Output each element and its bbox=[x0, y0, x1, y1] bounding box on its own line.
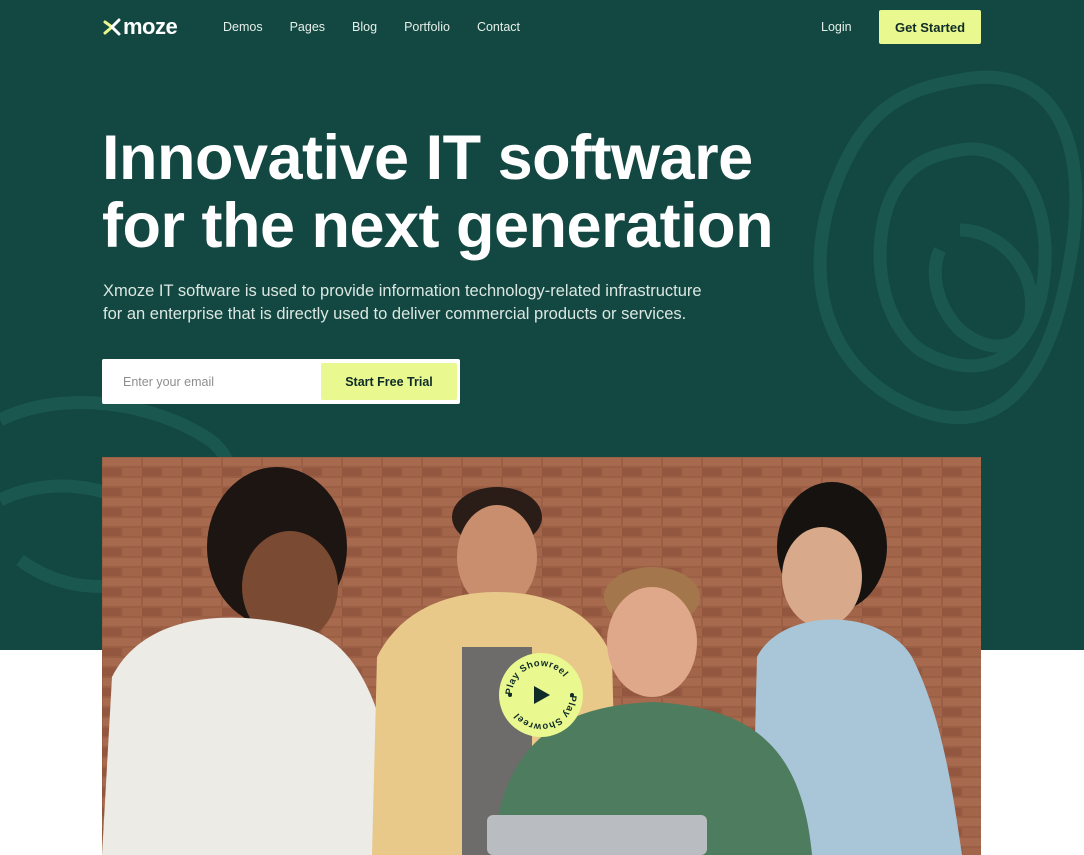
play-showreel-button[interactable]: Play Showreel Play Showreel bbox=[499, 653, 583, 737]
hero-headline: Innovative IT software for the next gene… bbox=[102, 124, 822, 260]
headline-line-1: Innovative IT software bbox=[102, 123, 753, 193]
brand-name: moze bbox=[123, 14, 178, 39]
play-icon bbox=[534, 686, 550, 704]
logo-x-icon bbox=[103, 18, 121, 36]
email-input[interactable] bbox=[102, 359, 317, 404]
get-started-button[interactable]: Get Started bbox=[879, 10, 981, 44]
login-link[interactable]: Login bbox=[821, 18, 852, 36]
headline-line-2: for the next generation bbox=[102, 191, 774, 261]
subtext-line-1: Xmoze IT software is used to provide inf… bbox=[103, 282, 702, 300]
start-free-trial-button[interactable]: Start Free Trial bbox=[321, 363, 457, 400]
email-signup-form: Start Free Trial bbox=[102, 359, 460, 404]
showreel-ring-text-bottom: Play Showreel bbox=[512, 695, 578, 733]
nav-link-blog[interactable]: Blog bbox=[352, 18, 377, 36]
brand-logo[interactable]: moze bbox=[103, 14, 178, 40]
nav-link-contact[interactable]: Contact bbox=[477, 18, 520, 36]
nav-link-portfolio[interactable]: Portfolio bbox=[404, 18, 450, 36]
showreel-badge: Play Showreel Play Showreel bbox=[504, 658, 578, 733]
hero-subtext: Xmoze IT software is used to provide inf… bbox=[103, 280, 763, 326]
subtext-line-2: for an enterprise that is directly used … bbox=[103, 305, 687, 323]
nav-links: Demos Pages Blog Portfolio Contact bbox=[223, 18, 547, 36]
nav-link-demos[interactable]: Demos bbox=[223, 18, 263, 36]
top-nav: moze Demos Pages Blog Portfolio Contact … bbox=[0, 0, 1084, 54]
svg-text:Play Showreel: Play Showreel bbox=[512, 695, 578, 733]
nav-link-pages[interactable]: Pages bbox=[290, 18, 325, 36]
